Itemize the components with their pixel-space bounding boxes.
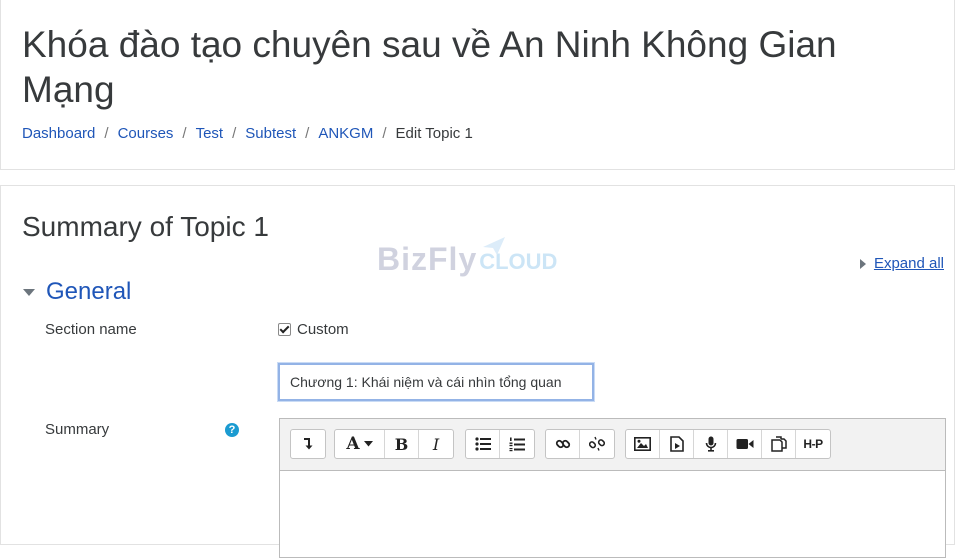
watermark-brand: BizFly bbox=[377, 241, 478, 277]
summary-label: Summary bbox=[45, 421, 110, 438]
h5p-icon[interactable]: H-P bbox=[796, 430, 830, 458]
section-name-label: Section name bbox=[45, 321, 137, 338]
breadcrumb-separator: / bbox=[232, 125, 237, 142]
image-icon[interactable] bbox=[626, 430, 660, 458]
expand-all-link[interactable]: Expand all bbox=[859, 255, 944, 272]
breadcrumb-link-courses[interactable]: Courses bbox=[118, 125, 174, 143]
expand-all-label: Expand all bbox=[873, 255, 944, 272]
breadcrumb: Dashboard / Courses / Test / Subtest / A… bbox=[22, 125, 473, 143]
font-style-icon[interactable]: A bbox=[335, 430, 385, 458]
toolbar-group-links bbox=[545, 429, 615, 459]
breadcrumb-separator: / bbox=[104, 125, 109, 142]
collapse-caret-icon bbox=[23, 288, 35, 296]
section-general-title: General bbox=[46, 278, 132, 305]
record-audio-icon[interactable] bbox=[694, 430, 728, 458]
breadcrumb-separator: / bbox=[182, 125, 187, 142]
toolbar-group-more bbox=[290, 429, 326, 459]
expand-triangle-icon bbox=[859, 258, 866, 269]
breadcrumb-link-ankgm[interactable]: ANKGM bbox=[318, 125, 373, 143]
toolbar-group-lists bbox=[465, 429, 535, 459]
ordered-list-icon[interactable] bbox=[500, 430, 534, 458]
toolbar-group-style: A B I bbox=[334, 429, 454, 459]
italic-icon[interactable]: I bbox=[419, 430, 453, 458]
page-title: Khóa đào tạo chuyên sau về An Ninh Không… bbox=[22, 24, 837, 110]
paper-plane-icon bbox=[483, 237, 505, 255]
page-header: Khóa đào tạo chuyên sau về An Ninh Không… bbox=[0, 0, 955, 170]
breadcrumb-current: Edit Topic 1 bbox=[395, 125, 473, 142]
custom-checkbox[interactable] bbox=[278, 323, 291, 336]
section-name-input-value: Chương 1: Khái niệm và cái nhìn tổng qua… bbox=[290, 374, 562, 390]
record-video-icon[interactable] bbox=[728, 430, 762, 458]
font-style-glyph: A bbox=[346, 434, 360, 454]
show-more-icon[interactable] bbox=[291, 430, 325, 458]
custom-checkbox-row[interactable]: Custom bbox=[278, 321, 349, 338]
breadcrumb-separator: / bbox=[382, 125, 387, 142]
breadcrumb-link-test[interactable]: Test bbox=[196, 125, 224, 143]
breadcrumb-separator: / bbox=[305, 125, 310, 142]
breadcrumb-link-dashboard[interactable]: Dashboard bbox=[22, 125, 95, 143]
unordered-list-icon[interactable] bbox=[466, 430, 500, 458]
bold-icon[interactable]: B bbox=[385, 430, 419, 458]
help-icon[interactable]: ? bbox=[225, 423, 239, 437]
custom-checkbox-label: Custom bbox=[297, 321, 349, 338]
unlink-icon[interactable] bbox=[580, 430, 614, 458]
breadcrumb-link-subtest[interactable]: Subtest bbox=[245, 125, 296, 143]
bizfly-watermark: BizFly CLOUD bbox=[377, 237, 557, 278]
section-general-toggle[interactable]: General bbox=[23, 278, 131, 306]
summary-editor-content[interactable] bbox=[280, 471, 945, 557]
summary-editor: A B I H-P bbox=[279, 418, 946, 558]
editor-toolbar: A B I H-P bbox=[280, 419, 945, 471]
media-icon[interactable] bbox=[660, 430, 694, 458]
toolbar-group-media: H-P bbox=[625, 429, 831, 459]
manage-files-icon[interactable] bbox=[762, 430, 796, 458]
edit-section-form: Summary of Topic 1 BizFly CLOUD Expand a… bbox=[0, 185, 955, 558]
link-icon[interactable] bbox=[546, 430, 580, 458]
section-name-input[interactable]: Chương 1: Khái niệm và cái nhìn tổng qua… bbox=[278, 363, 594, 401]
form-title: Summary of Topic 1 bbox=[22, 211, 269, 242]
